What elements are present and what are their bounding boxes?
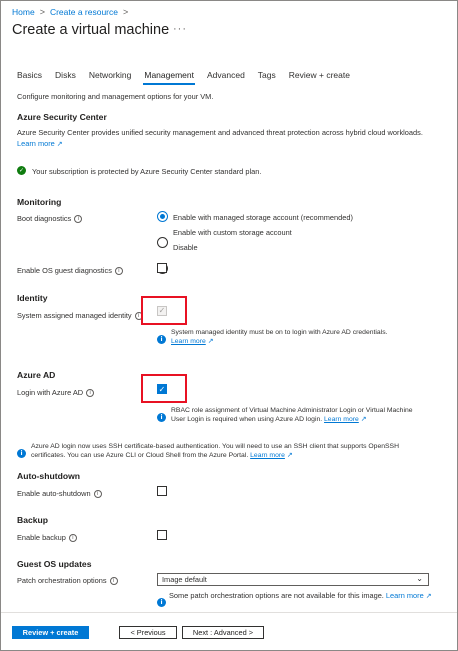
guest-os-heading: Guest OS updates [17, 559, 92, 569]
previous-button[interactable]: < Previous [119, 626, 177, 639]
backup-label: Enable backup i [17, 533, 77, 543]
security-center-text: Azure Security Center provides unified s… [17, 128, 423, 137]
login-azure-ad-label: Login with Azure AD i [17, 388, 95, 398]
tab-networking[interactable]: Networking [89, 70, 132, 86]
identity-heading: Identity [17, 293, 48, 303]
more-icon[interactable]: ··· [173, 23, 187, 35]
chevron-down-icon: ⌄ [416, 574, 423, 583]
identity-info-icon: i [157, 328, 166, 346]
tab-advanced[interactable]: Advanced [207, 70, 245, 86]
ssh-info-icon: i [17, 442, 26, 460]
breadcrumb-create-resource[interactable]: Create a resource [50, 7, 118, 17]
info-icon[interactable]: i [68, 534, 77, 543]
auto-shutdown-heading: Auto-shutdown [17, 471, 81, 481]
identity-learn-more[interactable]: Learn more ↗ [171, 337, 214, 346]
info-icon[interactable]: i [114, 267, 123, 276]
monitoring-heading: Monitoring [17, 197, 62, 207]
tab-review-create[interactable]: Review + create [289, 70, 350, 86]
external-link-icon: ↗ [207, 338, 214, 345]
tab-basics[interactable]: Basics [17, 70, 42, 86]
external-link-icon: ↗ [56, 141, 63, 148]
managed-identity-label: System assigned managed identity i [17, 311, 143, 321]
security-center-status: Your subscription is protected by Azure … [32, 167, 262, 176]
managed-identity-checkbox: ✓ [157, 306, 167, 316]
chevron-right-icon: > [39, 7, 45, 17]
boot-option-managed-label: Enable with managed storage account (rec… [173, 213, 353, 222]
identity-note: System managed identity must be on to lo… [171, 329, 388, 336]
external-link-icon: ↗ [360, 416, 367, 423]
review-create-button[interactable]: Review + create [12, 626, 89, 639]
tab-management[interactable]: Management [143, 70, 195, 86]
patch-note: Some patch orchestration options are not… [169, 591, 432, 600]
chevron-right-icon: > [123, 7, 129, 17]
tab-disks[interactable]: Disks [55, 70, 76, 86]
external-link-icon: ↗ [425, 593, 432, 600]
patch-learn-more[interactable]: Learn more ↗ [386, 591, 432, 600]
auto-shutdown-checkbox[interactable] [157, 486, 167, 496]
breadcrumb-home[interactable]: Home [12, 7, 35, 17]
page-description: Configure monitoring and management opti… [17, 92, 214, 101]
azure-ad-heading: Azure AD [17, 370, 56, 380]
info-icon[interactable]: i [86, 389, 95, 398]
footer-divider [1, 612, 457, 613]
tab-bar: Basics Disks Networking Management Advan… [17, 70, 363, 86]
azure-ad-note-line1: RBAC role assignment of Virtual Machine … [171, 407, 413, 414]
info-icon[interactable]: i [74, 215, 83, 224]
boot-option-disable-label: Disable [173, 243, 198, 252]
breadcrumb: Home > Create a resource > [12, 7, 128, 17]
os-guest-diagnostics-label: Enable OS guest diagnostics i [17, 266, 123, 276]
azure-ad-learn-more[interactable]: Learn more ↗ [324, 416, 367, 423]
page-title: Create a virtual machine [12, 22, 170, 38]
ssh-note-line1: Azure AD login now uses SSH certificate-… [31, 443, 400, 450]
boot-option-custom-radio[interactable] [157, 237, 168, 248]
tab-tags[interactable]: Tags [258, 70, 276, 86]
ssh-learn-more[interactable]: Learn more ↗ [250, 452, 293, 459]
azure-ad-info-icon: i [157, 406, 166, 424]
auto-shutdown-label: Enable auto-shutdown i [17, 489, 102, 499]
info-icon[interactable]: i [93, 490, 102, 499]
boot-option-managed-radio[interactable] [157, 211, 168, 222]
patch-orchestration-label: Patch orchestration options i [17, 576, 118, 586]
security-center-heading: Azure Security Center [17, 112, 107, 122]
azure-ad-note-line2: User Login is required when using Azure … [171, 416, 367, 423]
boot-diagnostics-label: Boot diagnostics i [17, 214, 83, 224]
backup-heading: Backup [17, 515, 49, 525]
patch-orchestration-select[interactable]: Image default ⌄ [157, 573, 429, 586]
ssh-note-line2: certificates. You can use Azure CLI or C… [31, 452, 293, 459]
security-center-learn-more[interactable]: Learn more ↗ [17, 139, 63, 148]
info-icon[interactable]: i [109, 577, 118, 586]
external-link-icon: ↗ [286, 452, 293, 459]
boot-option-custom-label: Enable with custom storage account [173, 228, 292, 237]
backup-checkbox[interactable] [157, 530, 167, 540]
next-advanced-button[interactable]: Next : Advanced > [182, 626, 264, 639]
patch-info-icon: i [157, 591, 166, 609]
login-azure-ad-checkbox[interactable]: ✓ [157, 384, 167, 394]
os-guest-diagnostics-checkbox[interactable] [157, 263, 167, 273]
checkmark-circle-icon: ✓ [17, 166, 26, 175]
